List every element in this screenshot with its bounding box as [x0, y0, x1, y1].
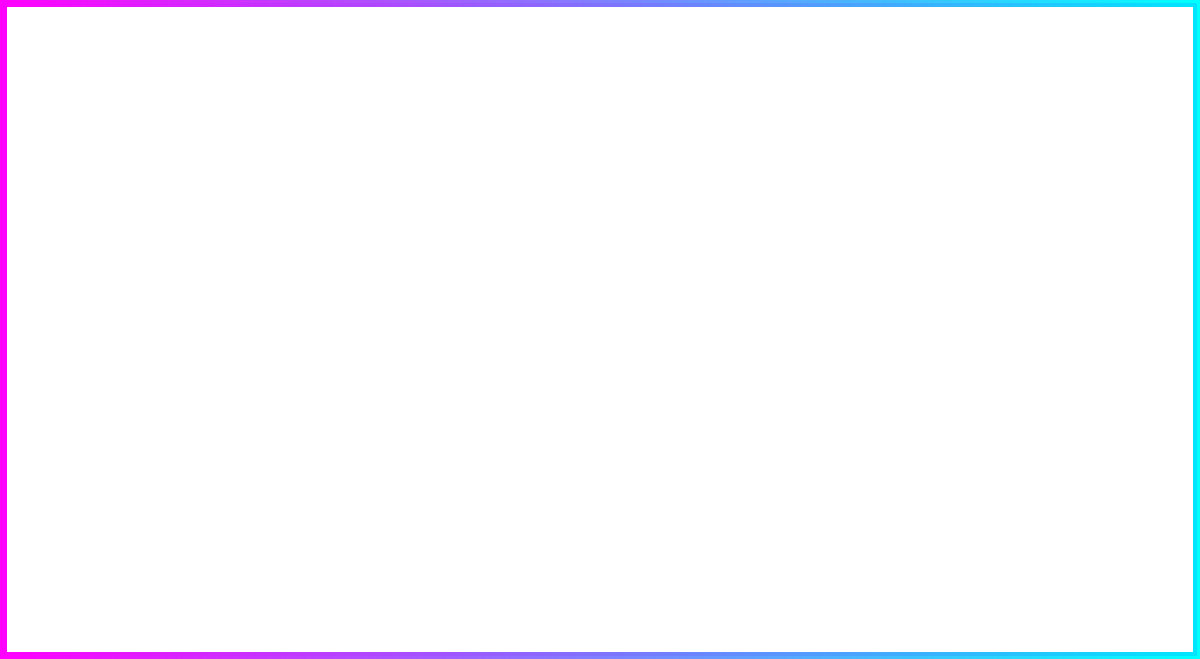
color-stop-1-sliders: 🔗 0 % 0 %	[996, 146, 1169, 196]
dot-2	[76, 219, 82, 225]
layer-circle-icon-btn[interactable]: ◑	[208, 176, 234, 202]
layer-grid-icon-btn[interactable]: ⊞	[176, 176, 202, 202]
dot-9	[85, 237, 91, 243]
app-wrapper: BETA HD Gradients ▼ Layer 1	[3, 3, 1197, 656]
swatch-6[interactable]	[201, 612, 229, 644]
example-swatches	[19, 612, 266, 644]
main-canvas: HDR ‹ ›	[283, 3, 967, 656]
add-layer-icon: +	[137, 459, 149, 482]
dot-4	[67, 228, 73, 234]
layer-icons: ⊞ ◑ 🌙	[176, 176, 266, 202]
angle-slider-value: 90°	[234, 262, 266, 276]
link-icon-2: 🔗	[996, 264, 1011, 278]
color-dot-1	[996, 117, 1010, 131]
placeholder-icon-2: 🔗	[996, 283, 1011, 297]
color-stop-1-header: oklch(70% 0.5 340) ⋮	[996, 110, 1169, 138]
layer-title: Layer 1	[35, 181, 84, 197]
cs-value-2-2: 100 %	[1138, 284, 1169, 296]
angle-slider-track[interactable]	[40, 267, 224, 271]
color-stop-2-label: oklch(90% 0.5 200)	[1018, 228, 1145, 256]
app-logo	[98, 27, 188, 117]
cs-track-2-1[interactable]	[1017, 269, 1132, 273]
swatch-4[interactable]	[128, 612, 156, 644]
right-panel-header: ⚙	[968, 15, 1197, 47]
cs-value-1-2: 0 %	[1139, 165, 1169, 177]
nav-button[interactable]: ‹ ›	[915, 19, 951, 55]
cs-track-2-2[interactable]	[1017, 288, 1132, 292]
layer-header: ▼ Layer 1 ⊞ ◑ 🌙	[19, 176, 266, 202]
hd-examples-label: HD EXAMPLES	[19, 593, 266, 604]
color-space-select[interactable]: oklab oklch srgb hsl	[1118, 47, 1181, 71]
cs-slider-2-2: 🔗 100 %	[996, 283, 1169, 297]
dot-5-active	[76, 228, 82, 234]
logo-lines	[98, 65, 188, 97]
cs-slider-1-1: 🔗 0 %	[996, 146, 1169, 160]
right-panel: ⚙ ℹ Color Space oklab oklch srgb hsl	[967, 3, 1197, 656]
dot-8	[76, 237, 82, 243]
info-icon: ℹ	[984, 51, 989, 68]
layer-title-row: ▼ Layer 1	[19, 181, 84, 197]
color-dot-2	[996, 235, 1010, 249]
add-layer-button[interactable]: +	[125, 452, 161, 488]
gradient-preview[interactable]	[380, 60, 870, 600]
color-stop-2: oklch(90% 0.5 200) ⋮ 🔗 100 % 🔗	[984, 218, 1181, 307]
dot-grid[interactable]	[64, 216, 94, 246]
settings-button[interactable]: ⚙	[1167, 15, 1181, 35]
cs-value-2-1: 100 %	[1138, 265, 1169, 277]
dashed-line	[380, 330, 870, 331]
cs-value-1-1: 0 %	[1139, 147, 1169, 159]
color-stop-2-more-icon[interactable]: ⋮	[1153, 232, 1169, 252]
nav-chevron-icon: ‹ ›	[926, 29, 939, 45]
color-space-select-wrapper: oklab oklch srgb hsl	[1118, 47, 1181, 71]
cs-value-1-3: 50 %	[1139, 183, 1169, 195]
color-stop-2-header: oklch(90% 0.5 200) ⋮	[996, 228, 1169, 256]
layer-collapse-icon[interactable]: ▼	[19, 184, 29, 195]
cs-slider-2-1: 🔗 100 %	[996, 264, 1169, 278]
beta-badge: BETA	[10, 7, 43, 28]
shuffle-icon: ⇄	[1137, 338, 1149, 355]
color-stop-2-sliders: 🔗 100 % 🔗 100 %	[996, 264, 1169, 297]
layer-moon-icon-btn[interactable]: 🌙	[240, 176, 266, 202]
swatch-5[interactable]	[165, 612, 193, 644]
dot-3	[85, 219, 91, 225]
add-layer-container: +	[3, 376, 282, 580]
hdr-badge: HDR	[299, 19, 333, 36]
dot-6	[85, 228, 91, 234]
angle-row: Angle to right to left to t	[19, 216, 266, 246]
cs-track-1-2[interactable]	[1014, 169, 1133, 173]
color-stops-list: oklch(70% 0.5 340) ⋮ 🔗 0 %	[968, 88, 1197, 319]
midpoint-handle[interactable]	[635, 308, 655, 330]
color-stop-1-label: oklch(70% 0.5 340)	[1018, 110, 1145, 138]
angle-direction-select[interactable]: to right to left to top to bottom custom	[104, 218, 173, 244]
sidebar-footer: HD EXAMPLES	[3, 580, 282, 656]
sidebar: BETA HD Gradients ▼ Layer 1	[3, 3, 283, 656]
swatch-1[interactable]	[19, 612, 47, 644]
link-icon-1: 🔗	[996, 146, 1011, 160]
color-stop-1-more-icon[interactable]: ⋮	[1153, 114, 1169, 134]
angle-label: Angle	[19, 224, 54, 238]
swatch-7[interactable]	[238, 612, 266, 644]
sidebar-content: ▼ Layer 1 ⊞ ◑ 🌙 Angle	[3, 164, 282, 376]
cs-track-1-1[interactable]	[1017, 151, 1133, 155]
sidebar-header: BETA HD Gradients	[3, 3, 282, 164]
angle-select-wrapper: to right to left to top to bottom custom	[104, 218, 266, 244]
swatch-2[interactable]	[55, 612, 83, 644]
cs-track-1-3[interactable]	[1014, 187, 1133, 191]
cs-slider-1-3: ↻ 50 %	[996, 182, 1169, 196]
color-stop-1: oklch(70% 0.5 340) ⋮ 🔗 0 %	[984, 100, 1181, 206]
color-space-row: ℹ Color Space oklab oklch srgb hsl	[968, 47, 1197, 88]
add-random-color-button[interactable]: Add a random color ⇄	[984, 327, 1181, 366]
color-space-label: Color Space	[997, 52, 1110, 67]
gear-icon: ⚙	[1167, 17, 1181, 34]
add-color-label: Add a random color	[1016, 339, 1129, 354]
swatch-3[interactable]	[92, 612, 120, 644]
dot-1	[67, 219, 73, 225]
angle-slider-icon: ◐	[19, 258, 30, 279]
app-title: HD Gradients	[91, 129, 193, 147]
cs-slider-1-2: 0 %	[996, 165, 1169, 177]
dot-7	[67, 237, 73, 243]
angle-slider-row: ◐ 90°	[19, 258, 266, 279]
rotate-icon-1: ↻	[996, 182, 1008, 196]
